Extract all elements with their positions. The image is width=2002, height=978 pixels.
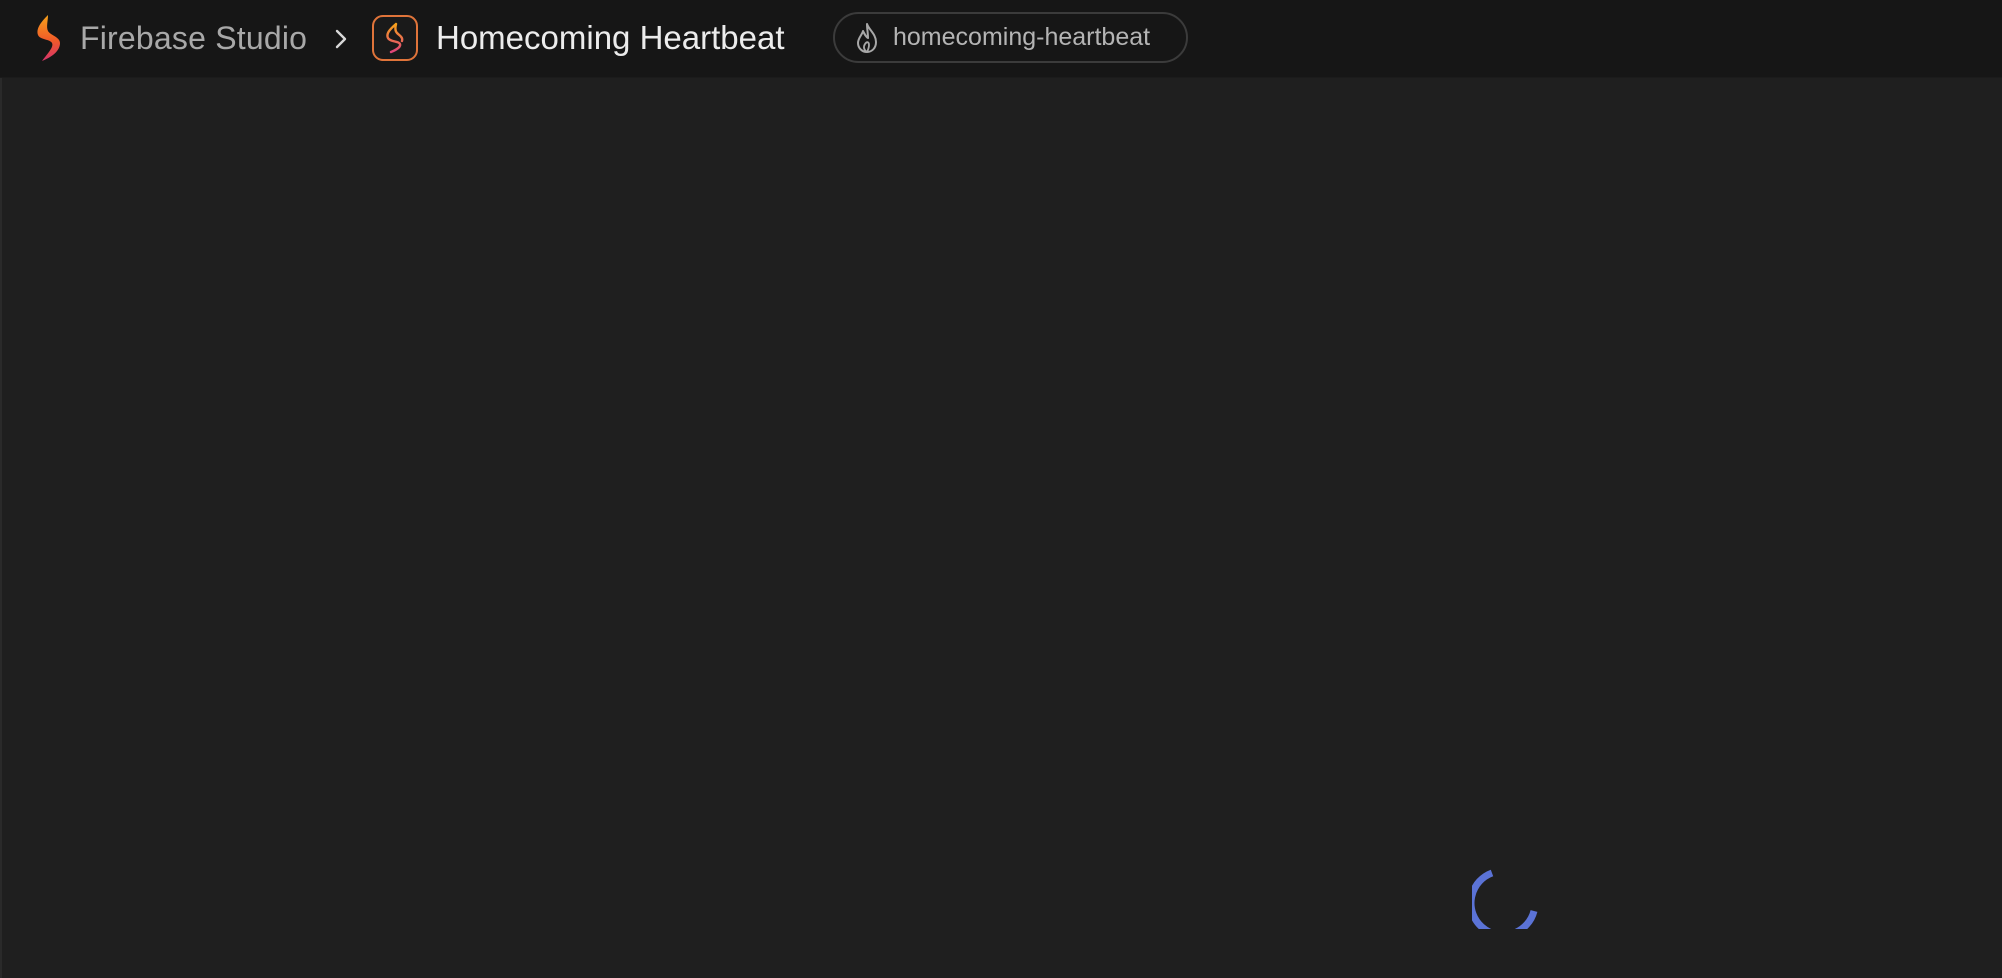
firebase-flame-icon — [853, 22, 881, 54]
workspace-content-area — [0, 78, 2002, 978]
firebase-project-id: homecoming-heartbeat — [893, 23, 1151, 51]
loading-spinner-icon — [1467, 853, 1548, 939]
firebase-project-chip[interactable]: homecoming-heartbeat — [833, 12, 1188, 63]
brand[interactable]: Firebase Studio — [28, 12, 307, 64]
firebase-studio-logo-icon — [28, 12, 68, 64]
top-bar: Firebase Studio Homecoming Heartbeat hom… — [0, 0, 2002, 78]
project-name[interactable]: Homecoming Heartbeat — [436, 18, 785, 58]
brand-name: Firebase Studio — [80, 19, 308, 56]
project-logo-icon — [381, 22, 409, 54]
project-icon[interactable] — [372, 15, 418, 61]
chevron-right-icon — [330, 24, 352, 54]
